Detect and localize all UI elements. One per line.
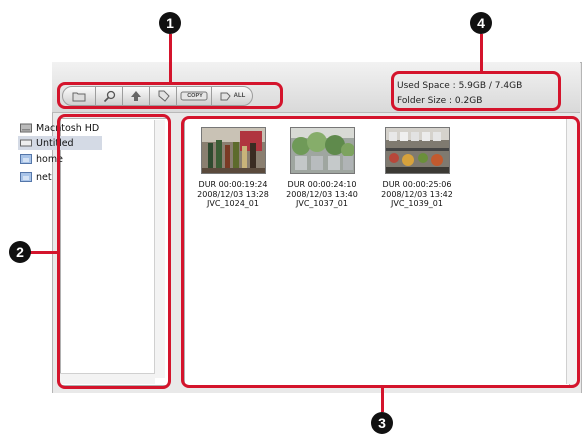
callout-badge-4: 4	[470, 12, 492, 34]
callout-badge-1: 1	[159, 12, 181, 34]
network-folder-icon	[20, 154, 32, 164]
content-callout-box	[181, 116, 580, 388]
sidebar-item-net[interactable]: net	[20, 170, 52, 184]
callout-line-3	[381, 388, 384, 412]
toolbar-callout-box	[57, 82, 283, 109]
sidebar-item-label: net	[36, 171, 52, 183]
drive-icon	[20, 139, 32, 147]
hard-drive-icon	[20, 123, 32, 133]
sidebar-callout-box	[57, 114, 171, 389]
callout-badge-3: 3	[371, 412, 393, 434]
network-folder-icon	[20, 172, 32, 182]
info-callout-box	[391, 71, 561, 111]
callout-badge-2: 2	[9, 241, 31, 263]
callout-line-1	[169, 34, 172, 83]
callout-line-4	[480, 34, 483, 72]
callout-line-2	[30, 251, 58, 254]
